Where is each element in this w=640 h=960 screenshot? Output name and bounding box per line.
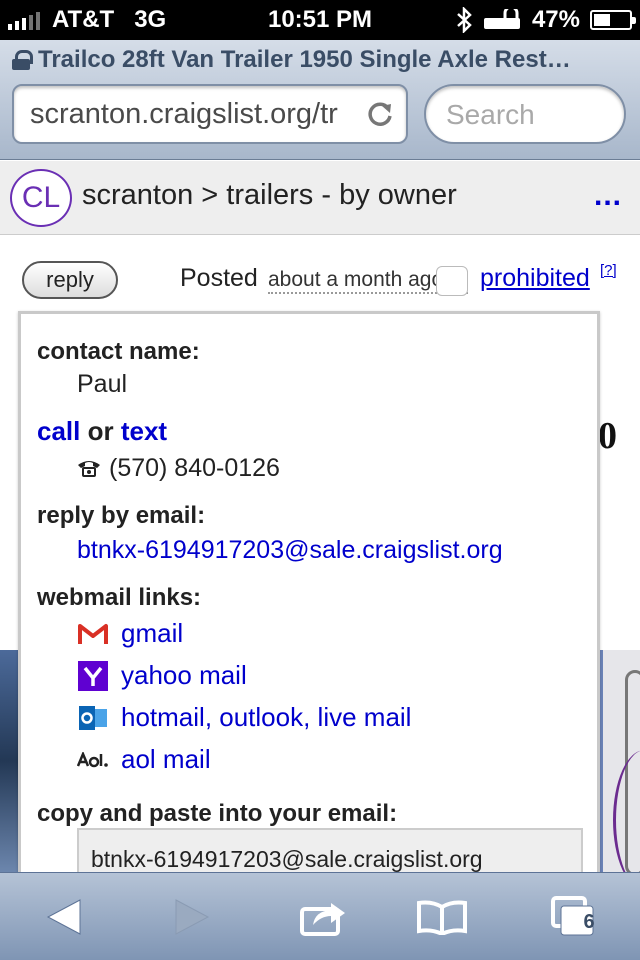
- phone-icon: [78, 461, 100, 477]
- price-fragment: 0: [598, 415, 617, 457]
- webmail-link-gmail[interactable]: gmail: [77, 618, 183, 649]
- reply-email-link[interactable]: btnkx-6194917203@sale.craigslist.org: [77, 536, 503, 564]
- reply-email-label: reply by email:: [37, 502, 206, 529]
- phone-number[interactable]: (570) 840-0126: [109, 454, 280, 482]
- bookmarks-icon: [417, 900, 467, 935]
- webmail-link-outlook[interactable]: hotmail, outlook, live mail: [77, 702, 411, 733]
- phone-row: (570) 840-0126: [77, 454, 280, 483]
- status-right: 47%: [456, 6, 636, 34]
- webmail-link-yahoo[interactable]: yahoo mail: [77, 660, 247, 691]
- or-label: or: [87, 416, 114, 446]
- back-button[interactable]: [14, 873, 114, 960]
- search-input[interactable]: Search: [424, 84, 626, 144]
- gmail-icon: [77, 619, 109, 649]
- help-link[interactable]: [?]: [600, 262, 617, 279]
- contact-name: Paul: [77, 370, 128, 398]
- site-header: CL scranton > trailers - by owner ...: [0, 161, 640, 235]
- page-title: Trailco 28ft Van Trailer 1950 Single Axl…: [12, 46, 632, 74]
- prohibited-link[interactable]: prohibited: [480, 264, 590, 293]
- gmail-link[interactable]: gmail: [121, 618, 183, 649]
- orientation-lock-icon: [483, 9, 520, 29]
- page-title-text: Trailco 28ft Van Trailer 1950 Single Axl…: [38, 46, 571, 73]
- copy-paste-label: copy and paste into your email:: [37, 800, 398, 827]
- more-menu-button[interactable]: ...: [594, 179, 622, 213]
- listing-photo-left[interactable]: [0, 650, 20, 872]
- text-link[interactable]: text: [121, 416, 167, 446]
- yahoo-link[interactable]: yahoo mail: [121, 660, 247, 691]
- tab-count: 6: [583, 911, 595, 933]
- bookmarks-button[interactable]: [392, 873, 492, 960]
- forward-arrow-icon: [175, 899, 210, 935]
- address-bar[interactable]: scranton.craigslist.org/tr: [12, 84, 408, 144]
- battery-percent: 47%: [531, 6, 580, 33]
- forward-button[interactable]: [142, 873, 242, 960]
- bluetooth-icon: [457, 7, 472, 33]
- back-arrow-icon: [46, 899, 81, 935]
- lock-icon: [12, 50, 33, 70]
- reply-info-popup: contact name: Paul call or text (570) 84…: [18, 311, 600, 891]
- status-bar: AT&T 3G 10:51 PM 47%: [0, 0, 640, 40]
- outlook-link[interactable]: hotmail, outlook, live mail: [121, 702, 411, 733]
- reply-button[interactable]: reply: [22, 261, 118, 299]
- listing-photo-right[interactable]: [600, 650, 640, 890]
- aol-link[interactable]: aol mail: [121, 744, 211, 775]
- outlook-icon: [77, 703, 109, 733]
- tabs-button[interactable]: 6: [524, 873, 624, 960]
- webmail-link-aol[interactable]: aol mail: [77, 744, 211, 775]
- breadcrumb[interactable]: scranton > trailers - by owner: [82, 179, 457, 212]
- posted-label: Posted: [180, 264, 258, 292]
- contact-name-label: contact name:: [37, 338, 200, 365]
- browser-chrome: Trailco 28ft Van Trailer 1950 Single Axl…: [0, 40, 640, 160]
- share-button[interactable]: [274, 873, 374, 960]
- craigslist-logo[interactable]: CL: [10, 169, 72, 227]
- reply-email-row: btnkx-6194917203@sale.craigslist.org: [77, 536, 503, 565]
- webmail-label: webmail links:: [37, 584, 202, 611]
- call-or-text-heading: call or text: [37, 416, 167, 447]
- yahoo-icon: [77, 660, 109, 691]
- search-placeholder: Search: [446, 99, 535, 130]
- aol-icon: [77, 745, 109, 775]
- reload-icon[interactable]: [366, 100, 394, 128]
- share-icon: [300, 903, 345, 936]
- battery-icon: [590, 10, 636, 30]
- posted-time-overlay: [436, 266, 468, 296]
- url-text: scranton.craigslist.org/tr: [30, 98, 338, 130]
- browser-toolbar: 6: [0, 872, 640, 960]
- call-link[interactable]: call: [37, 416, 80, 446]
